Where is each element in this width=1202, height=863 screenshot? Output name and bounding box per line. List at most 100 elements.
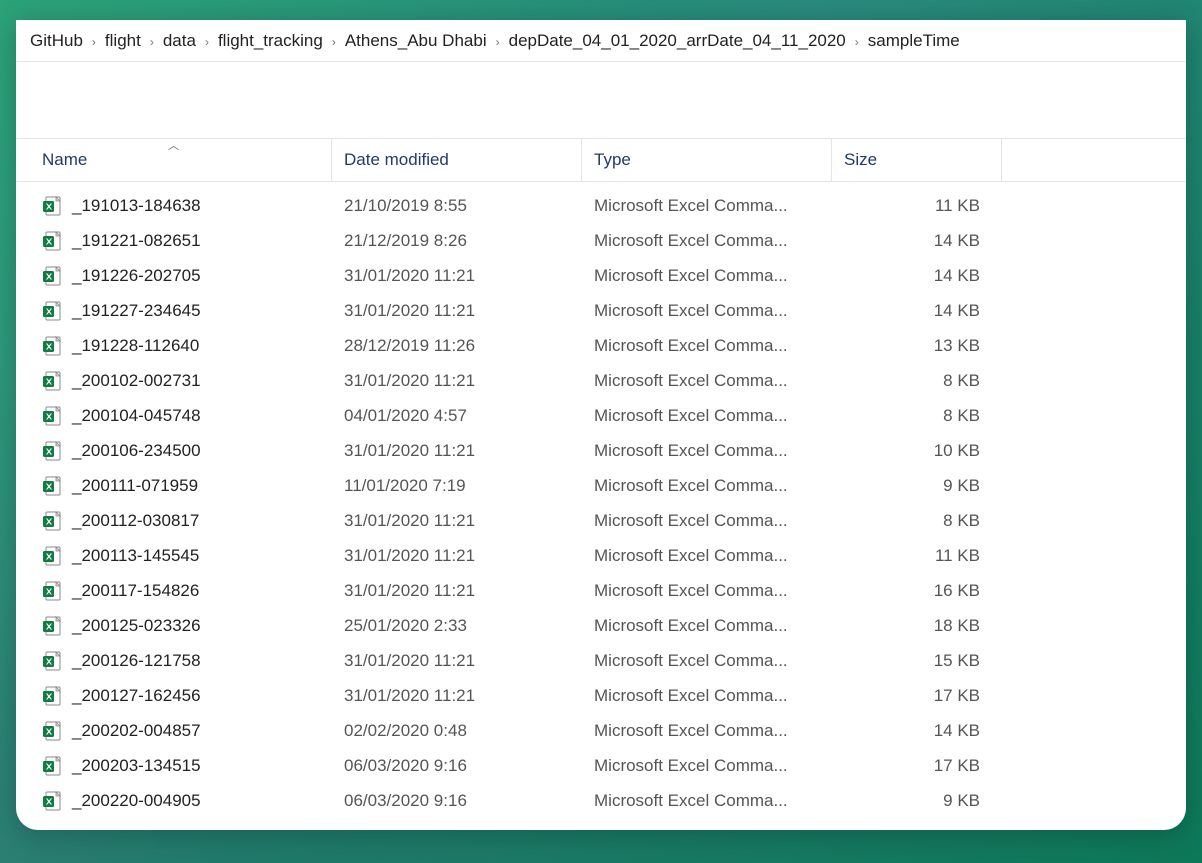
file-type-cell: Microsoft Excel Comma... [582, 371, 832, 391]
file-date-cell: 31/01/2020 11:21 [332, 511, 582, 531]
file-row[interactable]: _200202-00485702/02/2020 0:48Microsoft E… [16, 713, 1186, 748]
header-date-modified[interactable]: Date modified [332, 139, 582, 181]
breadcrumb-item[interactable]: sampleTime [868, 31, 960, 51]
file-row[interactable]: _191013-18463821/10/2019 8:55Microsoft E… [16, 188, 1186, 223]
file-name-cell: _200104-045748 [16, 406, 332, 426]
file-size-cell: 8 KB [832, 406, 1002, 426]
file-name-text: _191226-202705 [72, 266, 201, 286]
file-size-cell: 14 KB [832, 301, 1002, 321]
file-name-cell: _200202-004857 [16, 721, 332, 741]
file-size-cell: 9 KB [832, 791, 1002, 811]
file-name-text: _200104-045748 [72, 406, 201, 426]
breadcrumb-item[interactable]: Athens_Abu Dhabi [345, 31, 487, 51]
file-name-text: _200127-162456 [72, 686, 201, 706]
breadcrumb-item[interactable]: flight_tracking [218, 31, 323, 51]
breadcrumb-item[interactable]: data [163, 31, 196, 51]
file-type-cell: Microsoft Excel Comma... [582, 721, 832, 741]
file-row[interactable]: _200111-071959 11/01/2020 7:19Microsoft E… [16, 468, 1186, 503]
file-name-text: _200102-002731 [72, 371, 201, 391]
breadcrumb-item[interactable]: GitHub [30, 31, 83, 51]
file-row[interactable]: _200126-121758 31/01/2020 11:21Microsoft … [16, 643, 1186, 678]
file-type-cell: Microsoft Excel Comma... [582, 546, 832, 566]
file-row[interactable]: _200125-02332625/01/2020 2:33Microsoft E… [16, 608, 1186, 643]
file-row[interactable]: _200106-23450031/01/2020 11:21Microsoft … [16, 433, 1186, 468]
file-name-cell: _200112-030817 [16, 511, 332, 531]
excel-file-icon [42, 616, 62, 636]
file-date-cell: 31/01/2020 11:21 [332, 266, 582, 286]
file-date-cell: 21/12/2019 8:26 [332, 231, 582, 251]
file-row[interactable]: _191221-08265121/12/2019 8:26Microsoft E… [16, 223, 1186, 258]
header-size[interactable]: Size [832, 139, 1002, 181]
excel-file-icon [42, 441, 62, 461]
file-row[interactable]: _191227-23464531/01/2020 11:21Microsoft … [16, 293, 1186, 328]
file-row[interactable]: _191226-202705 31/01/2020 11:21Microsoft … [16, 258, 1186, 293]
header-type-label: Type [594, 150, 631, 170]
file-row[interactable]: _200220-00490506/03/2020 9:16Microsoft E… [16, 783, 1186, 818]
excel-file-icon [42, 651, 62, 671]
file-date-cell: 31/01/2020 11:21 [332, 651, 582, 671]
file-name-text: _200126-121758 [72, 651, 201, 671]
file-name-text: _200202-004857 [72, 721, 201, 741]
excel-file-icon [42, 231, 62, 251]
file-name-cell: _191221-082651 [16, 231, 332, 251]
file-size-cell: 13 KB [832, 336, 1002, 356]
excel-file-icon [42, 581, 62, 601]
file-type-cell: Microsoft Excel Comma... [582, 336, 832, 356]
excel-file-icon [42, 406, 62, 426]
file-size-cell: 10 KB [832, 441, 1002, 461]
breadcrumb-item[interactable]: flight [105, 31, 141, 51]
column-headers: ︿ Name Date modified Type Size [16, 138, 1186, 182]
file-row[interactable]: _200102-00273131/01/2020 11:21Microsoft … [16, 363, 1186, 398]
file-row[interactable]: _191228-11264028/12/2019 11:26Microsoft … [16, 328, 1186, 363]
file-date-cell: 11/01/2020 7:19 [332, 476, 582, 496]
excel-file-icon [42, 196, 62, 216]
file-size-cell: 9 KB [832, 476, 1002, 496]
explorer-window: GitHub›flight›data›flight_tracking›Athen… [16, 20, 1186, 830]
toolbar-area [16, 62, 1186, 138]
excel-file-icon [42, 791, 62, 811]
file-row[interactable]: _200112-030817 31/01/2020 11:21Microsoft … [16, 503, 1186, 538]
file-type-cell: Microsoft Excel Comma... [582, 651, 832, 671]
excel-file-icon [42, 336, 62, 356]
file-type-cell: Microsoft Excel Comma... [582, 266, 832, 286]
file-type-cell: Microsoft Excel Comma... [582, 756, 832, 776]
excel-file-icon [42, 686, 62, 706]
header-name[interactable]: ︿ Name [16, 139, 332, 181]
file-row[interactable]: _200127-16245631/01/2020 11:21Microsoft … [16, 678, 1186, 713]
header-name-label: Name [42, 150, 87, 170]
file-name-text: _200117-154826 [72, 581, 199, 601]
file-row[interactable]: _200203-13451506/03/2020 9:16Microsoft E… [16, 748, 1186, 783]
file-date-cell: 06/03/2020 9:16 [332, 756, 582, 776]
file-date-cell: 31/01/2020 11:21 [332, 581, 582, 601]
file-name-cell: _191226-202705 [16, 266, 332, 286]
file-name-text: _191221-082651 [72, 231, 201, 251]
file-name-cell: _200125-023326 [16, 616, 332, 636]
file-name-cell: _200106-234500 [16, 441, 332, 461]
chevron-right-icon: › [496, 35, 500, 49]
file-row[interactable]: _200104-04574804/01/2020 4:57Microsoft E… [16, 398, 1186, 433]
file-size-cell: 11 KB [832, 546, 1002, 566]
file-date-cell: 25/01/2020 2:33 [332, 616, 582, 636]
breadcrumb[interactable]: GitHub›flight›data›flight_tracking›Athen… [16, 20, 1186, 62]
excel-file-icon [42, 266, 62, 286]
file-type-cell: Microsoft Excel Comma... [582, 581, 832, 601]
file-row[interactable]: _200117-154826 31/01/2020 11:21Microsoft … [16, 573, 1186, 608]
file-name-text: _200112-030817 [72, 511, 199, 531]
file-size-cell: 15 KB [832, 651, 1002, 671]
file-type-cell: Microsoft Excel Comma... [582, 441, 832, 461]
header-type[interactable]: Type [582, 139, 832, 181]
excel-file-icon [42, 756, 62, 776]
breadcrumb-item[interactable]: depDate_04_01_2020_arrDate_04_11_2020 [509, 31, 846, 51]
file-type-cell: Microsoft Excel Comma... [582, 406, 832, 426]
file-type-cell: Microsoft Excel Comma... [582, 301, 832, 321]
file-row[interactable]: _200113-14554531/01/2020 11:21Microsoft … [16, 538, 1186, 573]
file-type-cell: Microsoft Excel Comma... [582, 476, 832, 496]
file-name-cell: _191227-234645 [16, 301, 332, 321]
file-name-text: _200111-071959 [72, 476, 198, 496]
file-type-cell: Microsoft Excel Comma... [582, 511, 832, 531]
file-size-cell: 11 KB [832, 196, 1002, 216]
excel-file-icon [42, 476, 62, 496]
file-type-cell: Microsoft Excel Comma... [582, 791, 832, 811]
chevron-right-icon: › [205, 35, 209, 49]
chevron-right-icon: › [855, 35, 859, 49]
